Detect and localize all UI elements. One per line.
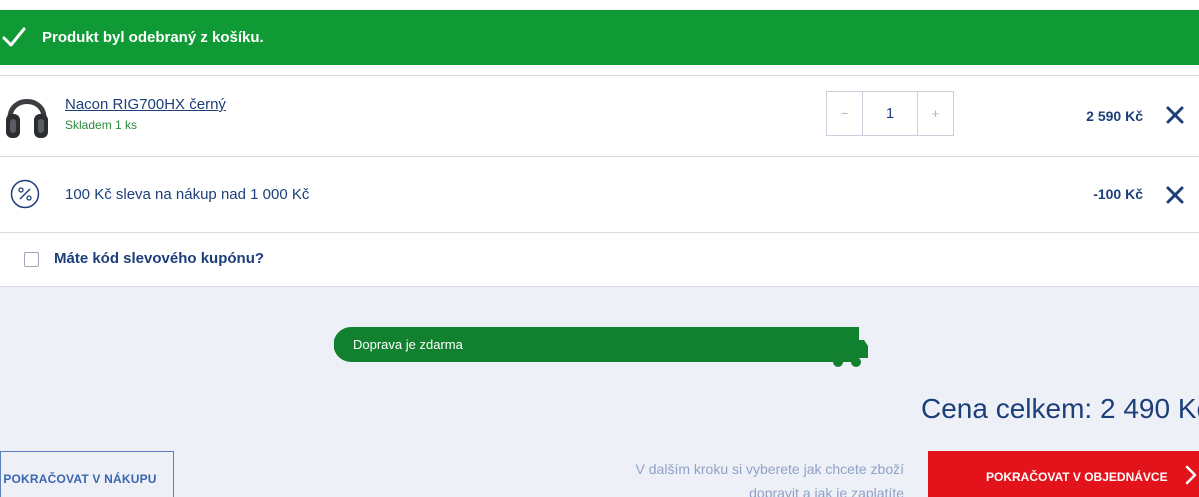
decrement-button[interactable]: − (827, 92, 862, 135)
alert-message: Produkt byl odebraný z košíku. (42, 29, 264, 46)
quantity-stepper: − 1 + (826, 91, 954, 136)
discount-label: 100 Kč sleva na nákup nad 1 000 Kč (65, 186, 310, 203)
shipping-label: Doprava je zdarma (353, 337, 463, 352)
continue-shopping-button[interactable]: POKRAČOVAT V NÁKUPU (0, 451, 174, 497)
stock-status: Skladem 1 ks (65, 118, 138, 132)
next-step-hint: V dalším kroku si vyberete jak chcete zb… (635, 461, 904, 497)
coupon-checkbox[interactable] (24, 252, 39, 267)
continue-order-button[interactable]: POKRAČOVAT V OBJEDNÁVCE (928, 451, 1199, 497)
success-alert: Produkt byl odebraný z košíku. (0, 10, 1199, 65)
cart-list: Nacon RIG700HX černý Skladem 1 ks − 1 + … (0, 75, 1199, 287)
chevron-right-icon (1185, 465, 1197, 485)
coupon-label[interactable]: Máte kód slevového kupónu? (54, 250, 264, 267)
remove-item-icon[interactable] (1165, 105, 1185, 125)
item-price: 2 590 Kč (1086, 108, 1143, 124)
quantity-input[interactable]: 1 (862, 92, 918, 135)
increment-button[interactable]: + (918, 92, 953, 135)
page-top (0, 0, 1199, 10)
checkmark-icon (2, 27, 26, 47)
coupon-row: Máte kód slevového kupónu? (0, 233, 1199, 287)
cart-item-row: Nacon RIG700HX černý Skladem 1 ks − 1 + … (0, 76, 1199, 157)
discount-price: -100 Kč (1093, 186, 1143, 202)
remove-discount-icon[interactable] (1165, 185, 1185, 205)
product-image[interactable] (4, 88, 50, 142)
discount-row: 100 Kč sleva na nákup nad 1 000 Kč -100 … (0, 157, 1199, 233)
continue-order-label: POKRAČOVAT V OBJEDNÁVCE (986, 470, 1168, 484)
percent-icon (10, 179, 40, 209)
order-total: Cena celkem: 2 490 Kč (921, 393, 1199, 424)
product-name-link[interactable]: Nacon RIG700HX černý (65, 96, 226, 113)
